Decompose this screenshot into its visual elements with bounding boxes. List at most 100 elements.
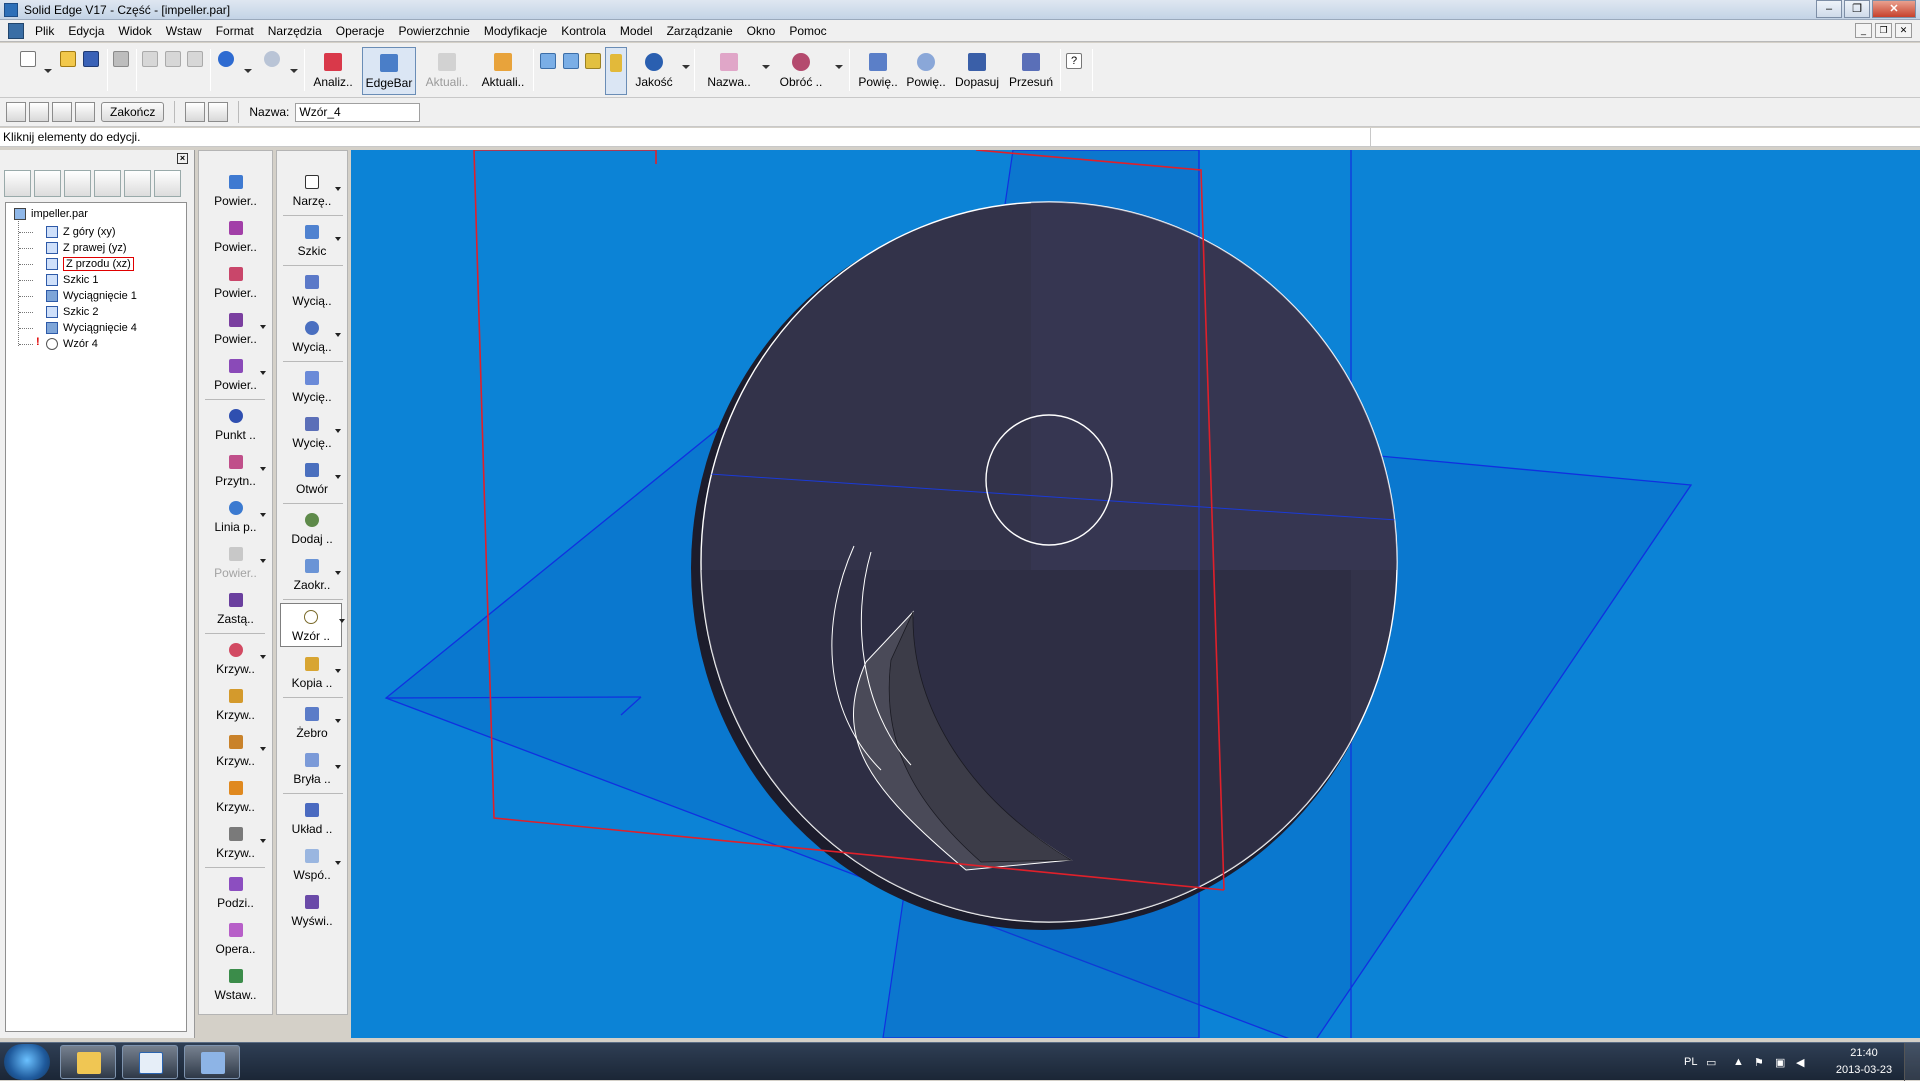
tree-item-extrude-1[interactable]: Wyciągnięcie 1: [46, 288, 137, 304]
tree-item-pattern-4[interactable]: Wzór 4: [46, 336, 98, 352]
display-tool[interactable]: Wyświ..: [277, 889, 347, 933]
tree-item-extrude-4[interactable]: Wyciągnięcie 4: [46, 320, 137, 336]
step-options-icon[interactable]: [75, 102, 95, 122]
view-dimetric-icon[interactable]: [563, 53, 579, 69]
pattern-options-icon[interactable]: [185, 102, 206, 122]
surface-tool-4[interactable]: Powier..: [199, 307, 272, 351]
feature-name-input[interactable]: Wzór_4: [295, 102, 421, 122]
paste-icon[interactable]: [187, 51, 203, 67]
menu-widok[interactable]: Widok: [111, 20, 158, 42]
tree-item-sketch-2[interactable]: Szkic 2: [46, 304, 98, 320]
curve-tool-5[interactable]: Krzyw..: [199, 821, 272, 865]
dropdown-arrow-icon[interactable]: [335, 475, 341, 479]
dropdown-arrow-icon[interactable]: [335, 669, 341, 673]
analyze-button[interactable]: Analiz..: [310, 47, 356, 95]
menu-operacje[interactable]: Operacje: [329, 20, 392, 42]
flag-icon[interactable]: ⚑: [1754, 1043, 1764, 1081]
quality-button[interactable]: Jakość: [632, 47, 676, 95]
rib-tool[interactable]: Żebro: [277, 701, 347, 745]
close-icon[interactable]: ✕: [1872, 0, 1916, 18]
minimize-icon[interactable]: –: [1816, 0, 1842, 18]
dropdown-arrow-icon[interactable]: [335, 333, 341, 337]
curve-tool-2[interactable]: Krzyw..: [199, 683, 272, 727]
step-select-icon[interactable]: [6, 102, 26, 122]
split-tool[interactable]: Podzi..: [199, 871, 272, 915]
menu-wstaw[interactable]: Wstaw: [159, 20, 209, 42]
edgebar-button[interactable]: EdgeBar: [362, 47, 416, 95]
finish-button[interactable]: Zakończ: [101, 102, 165, 122]
family-tab-icon[interactable]: [34, 170, 61, 197]
menu-pomoc[interactable]: Pomoc: [782, 20, 833, 42]
operation-tool[interactable]: Opera..: [199, 917, 272, 961]
feature-library-tab-icon[interactable]: [64, 170, 91, 197]
dropdown-arrow-icon[interactable]: [335, 187, 341, 191]
dropdown-arrow-icon[interactable]: [335, 765, 341, 769]
tree-item-sketch-1[interactable]: Szkic 1: [46, 272, 98, 288]
select-tool[interactable]: Narzę..: [277, 169, 347, 213]
revolved-cutout-tool[interactable]: Wycię..: [277, 411, 347, 455]
point-tool[interactable]: Punkt ..: [199, 403, 272, 447]
surface-tool-5[interactable]: Powier..: [199, 353, 272, 397]
solid-edge-taskbar-button[interactable]: [122, 1045, 178, 1079]
layers-tab-icon[interactable]: [94, 170, 121, 197]
help-icon[interactable]: ?: [1066, 53, 1082, 69]
dropdown-arrow-icon[interactable]: [335, 237, 341, 241]
view-shaded-icon[interactable]: [585, 53, 601, 69]
sensors-tab-icon[interactable]: [124, 170, 151, 197]
doc-restore-icon[interactable]: ❐: [1875, 23, 1892, 38]
dropdown-arrow-icon[interactable]: [260, 655, 266, 659]
curve-tool-4[interactable]: Krzyw..: [199, 775, 272, 819]
doc-close-icon[interactable]: ✕: [1895, 23, 1912, 38]
copy-icon[interactable]: [165, 51, 181, 67]
language-indicator[interactable]: PL: [1684, 1043, 1697, 1081]
cutout-tool[interactable]: Wycię..: [277, 365, 347, 409]
step-extent-icon[interactable]: [52, 102, 72, 122]
zoom-button[interactable]: Powię..: [904, 47, 948, 95]
feature-pathfinder-tab-icon[interactable]: [4, 170, 31, 197]
pattern-dropdown-icon[interactable]: [339, 619, 345, 623]
save-icon[interactable]: [83, 51, 99, 67]
parting-line-tool[interactable]: Linia p..: [199, 495, 272, 539]
open-folder-icon[interactable]: [60, 51, 76, 67]
menu-plik[interactable]: Plik: [28, 20, 61, 42]
fit-button[interactable]: Dopasuj: [952, 47, 1002, 95]
tree-item-top-plane[interactable]: Z góry (xy): [46, 224, 116, 240]
pan-button[interactable]: Przesuń: [1006, 47, 1056, 95]
redo-icon[interactable]: [264, 51, 280, 67]
dropdown-arrow-icon[interactable]: [260, 371, 266, 375]
document-icon[interactable]: [8, 22, 24, 39]
dropdown-arrow-icon[interactable]: [335, 861, 341, 865]
menu-modyfikacje[interactable]: Modyfikacje: [477, 20, 554, 42]
view-iso-icon[interactable]: [540, 53, 556, 69]
menu-zarzadzanie[interactable]: Zarządzanie: [660, 20, 740, 42]
zoom-area-button[interactable]: Powię..: [856, 47, 900, 95]
revolve-tool[interactable]: Wycią..: [277, 315, 347, 359]
start-button[interactable]: [4, 1044, 50, 1080]
tree-item-front-plane[interactable]: Z przodu (xz): [46, 256, 134, 272]
rotate-dropdown-icon[interactable]: [835, 65, 843, 69]
coordinate-system-tool[interactable]: Układ ..: [277, 797, 347, 841]
menu-okno[interactable]: Okno: [740, 20, 783, 42]
surface-tool-1[interactable]: Powier..: [199, 169, 272, 213]
quality-dropdown-icon[interactable]: [682, 65, 690, 69]
feature-playback-tab-icon[interactable]: [154, 170, 181, 197]
pattern-count-icon[interactable]: [208, 102, 229, 122]
edgebar-close-icon[interactable]: ×: [177, 153, 188, 164]
explorer-taskbar-button[interactable]: [60, 1045, 116, 1079]
graphics-viewport[interactable]: [351, 150, 1920, 1038]
pattern-tool[interactable]: Wzór ..: [280, 603, 342, 647]
menu-edycja[interactable]: Edycja: [61, 20, 111, 42]
menu-kontrola[interactable]: Kontrola: [554, 20, 613, 42]
menu-model[interactable]: Model: [613, 20, 660, 42]
menu-format[interactable]: Format: [209, 20, 261, 42]
restore-icon[interactable]: ❐: [1844, 0, 1870, 18]
network-icon[interactable]: ▣: [1775, 1043, 1785, 1081]
menu-powierzchnie[interactable]: Powierzchnie: [391, 20, 476, 42]
undo-icon[interactable]: [218, 51, 234, 67]
keyboard-icon[interactable]: ▭: [1706, 1043, 1716, 1081]
show-desktop-button[interactable]: [1904, 1043, 1920, 1081]
add-draft-tool[interactable]: Dodaj ..: [277, 507, 347, 551]
rotate-button[interactable]: Obróć ..: [776, 47, 826, 95]
name-dropdown-icon[interactable]: [762, 65, 770, 69]
menu-narzedzia[interactable]: Narzędzia: [261, 20, 329, 42]
